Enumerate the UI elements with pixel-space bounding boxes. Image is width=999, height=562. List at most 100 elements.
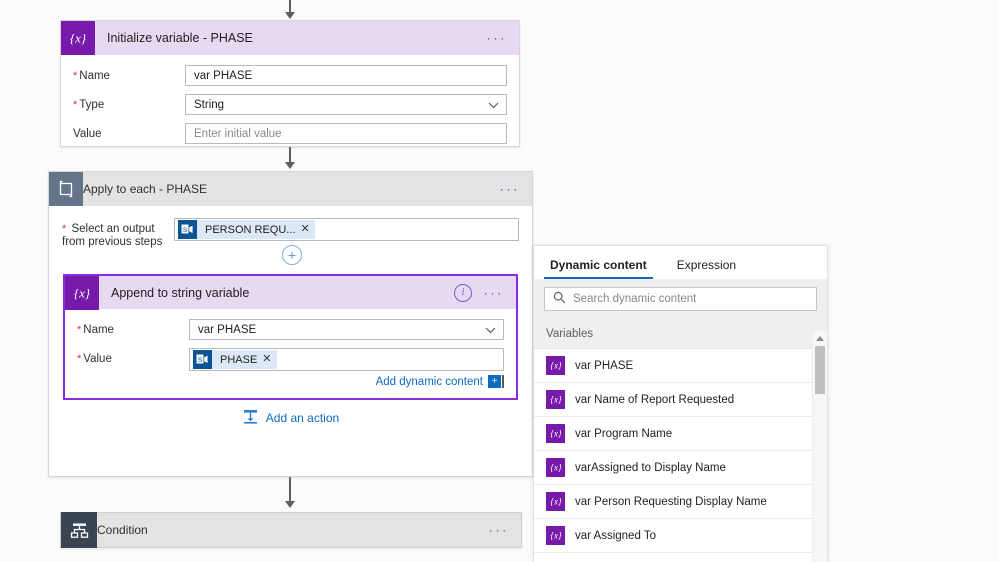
field-row-type: Type String: [73, 94, 507, 115]
variable-icon: {x}: [61, 21, 95, 55]
list-item[interactable]: {x} var PHASE: [534, 349, 827, 383]
value-label: Value: [73, 128, 102, 140]
svg-text:{x}: {x}: [70, 31, 87, 46]
apply-to-each-header[interactable]: Apply to each - PHASE ···: [49, 172, 532, 206]
initialize-variable-header[interactable]: {x} Initialize variable - PHASE ···: [61, 21, 519, 55]
append-value-token-field[interactable]: S PHASE ✕: [189, 348, 504, 371]
insert-step-button[interactable]: +: [282, 245, 302, 265]
select-output-label-line2: from previous steps: [62, 236, 163, 248]
field-row-append-value: Value S PHA: [77, 348, 504, 388]
connector-init-to-loop-arrow: [285, 162, 295, 169]
condition-menu-button[interactable]: ···: [489, 524, 510, 537]
append-to-string-title: Append to string variable: [111, 285, 250, 300]
apply-to-each-title: Apply to each - PHASE: [83, 182, 208, 196]
connector-loop-to-condition-arrow: [285, 501, 295, 508]
connector-top-arrow: [285, 12, 295, 19]
condition-title: Condition: [97, 523, 148, 537]
dynamic-content-scrollbar[interactable]: [812, 331, 827, 562]
name-label: Name: [73, 65, 185, 83]
add-dynamic-content-link[interactable]: Add dynamic content: [376, 376, 483, 388]
append-to-string-menu-button[interactable]: ···: [484, 286, 505, 299]
select-output-token-field[interactable]: S PERSON REQU... ✕: [174, 218, 519, 241]
tab-dynamic-content[interactable]: Dynamic content: [544, 258, 653, 279]
add-an-action-button[interactable]: Add an action: [49, 408, 532, 428]
dynamic-content-group-header: Variables: [534, 319, 827, 349]
list-item[interactable]: {x} var Assigned To: [534, 519, 827, 553]
token-chip-remove-icon[interactable]: ✕: [300, 224, 309, 235]
search-placeholder: Search dynamic content: [573, 293, 697, 305]
append-name-dropdown[interactable]: var PHASE: [189, 319, 504, 340]
append-value-control[interactable]: S PHASE ✕ Add dynamic content +: [189, 348, 504, 388]
token-chip-remove-icon[interactable]: ✕: [262, 354, 271, 365]
name-input[interactable]: var PHASE: [185, 65, 507, 86]
list-item-label: var Person Requesting Display Name: [575, 495, 767, 508]
token-chip-person-requested[interactable]: S PERSON REQU... ✕: [178, 220, 315, 239]
append-name-label: Name: [77, 319, 189, 337]
append-value-label: Value: [77, 348, 189, 366]
value-input[interactable]: Enter initial value: [185, 123, 507, 144]
apply-to-each-card[interactable]: Apply to each - PHASE ··· Select an outp…: [48, 171, 533, 477]
list-item[interactable]: {x} varAssigned to Display Name: [534, 451, 827, 485]
apply-to-each-body: Select an output from previous steps S: [49, 206, 532, 249]
select-output-control[interactable]: S PERSON REQU... ✕: [174, 218, 519, 241]
token-chip-label: PHASE: [220, 353, 258, 366]
condition-card[interactable]: Condition ···: [60, 512, 522, 548]
list-item-label: var Program Name: [575, 427, 673, 440]
svg-text:{x}: {x}: [550, 361, 562, 371]
append-name-control[interactable]: var PHASE: [189, 319, 504, 340]
variable-icon: {x}: [546, 356, 565, 375]
append-to-string-body: Name var PHASE Value: [65, 309, 516, 398]
initialize-variable-card[interactable]: {x} Initialize variable - PHASE ··· Name…: [60, 20, 520, 147]
value-control[interactable]: Enter initial value: [185, 123, 507, 144]
variable-icon: {x}: [546, 526, 565, 545]
svg-text:{x}: {x}: [550, 463, 562, 473]
add-dynamic-content-button[interactable]: +: [488, 375, 501, 388]
dynamic-content-variable-list: {x} var PHASE {x} var Name of Report Req…: [534, 349, 827, 553]
list-item[interactable]: {x} var Person Requesting Display Name: [534, 485, 827, 519]
initialize-variable-menu-button[interactable]: ···: [487, 32, 508, 45]
add-an-action-label: Add an action: [265, 411, 340, 425]
list-item-label: varAssigned to Display Name: [575, 461, 726, 474]
tab-expression[interactable]: Expression: [671, 258, 742, 279]
type-label: Type: [73, 94, 185, 112]
initialize-variable-title: Initialize variable - PHASE: [107, 31, 253, 45]
type-dropdown[interactable]: String: [185, 94, 507, 115]
svg-text:S: S: [183, 227, 188, 234]
sharepoint-icon: S: [193, 350, 212, 369]
svg-text:{x}: {x}: [550, 429, 562, 439]
name-control[interactable]: var PHASE: [185, 65, 507, 86]
scroll-up-icon[interactable]: [816, 336, 824, 341]
select-output-label-line1: Select an output: [71, 223, 155, 235]
dynamic-content-tabs: Dynamic content Expression: [534, 246, 827, 279]
field-row-append-name: Name var PHASE: [77, 319, 504, 340]
info-icon[interactable]: i: [454, 283, 472, 302]
list-item[interactable]: {x} var Name of Report Requested: [534, 383, 827, 417]
add-dynamic-content-divider: [502, 375, 504, 388]
svg-text:{x}: {x}: [74, 285, 91, 300]
add-action-icon: [242, 408, 259, 428]
type-control[interactable]: String: [185, 94, 507, 115]
apply-to-each-menu-button[interactable]: ···: [500, 183, 521, 196]
token-chip-phase[interactable]: S PHASE ✕: [193, 350, 277, 369]
variable-icon: {x}: [546, 424, 565, 443]
search-input[interactable]: Search dynamic content: [544, 287, 817, 311]
dynamic-content-search-band: Search dynamic content: [534, 279, 827, 319]
svg-text:{x}: {x}: [550, 497, 562, 507]
variable-icon: {x}: [546, 458, 565, 477]
list-item[interactable]: {x} var Program Name: [534, 417, 827, 451]
initialize-variable-body: Name var PHASE Type String Value: [61, 55, 519, 156]
token-chip-label: PERSON REQU...: [205, 223, 296, 236]
add-dynamic-content-row: Add dynamic content +: [189, 375, 504, 388]
search-icon: [553, 291, 566, 307]
select-output-label: Select an output from previous steps: [62, 218, 174, 249]
list-item-label: var Name of Report Requested: [575, 393, 735, 406]
append-to-string-variable-card[interactable]: {x} Append to string variable i ··· Name…: [63, 274, 518, 400]
scrollbar-thumb[interactable]: [815, 346, 825, 394]
list-item-label: var PHASE: [575, 359, 634, 372]
variable-icon: {x}: [65, 275, 99, 310]
svg-text:{x}: {x}: [550, 395, 562, 405]
append-to-string-header[interactable]: {x} Append to string variable i ···: [65, 275, 516, 310]
condition-icon: [61, 512, 97, 548]
field-row-name: Name var PHASE: [73, 65, 507, 86]
connector-loop-to-condition: [289, 477, 291, 503]
